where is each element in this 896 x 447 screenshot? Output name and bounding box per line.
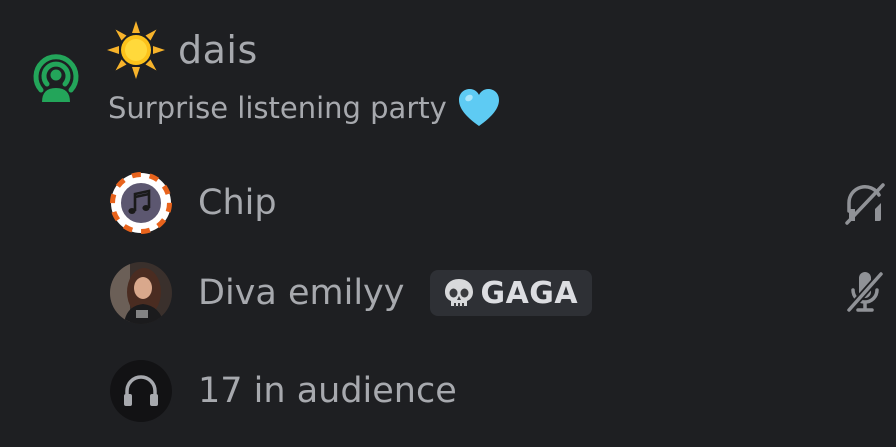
channel-name[interactable]: dais <box>178 28 258 72</box>
audience-count: 17 in audience <box>198 371 457 411</box>
light-blue-heart-icon <box>458 89 499 126</box>
role-badge[interactable]: GAGA <box>430 270 593 316</box>
deafened-headphones-slash-icon <box>845 183 885 225</box>
music-note-chip-avatar-icon <box>110 172 172 234</box>
channel-topic: Surprise listening party <box>108 91 447 125</box>
stage-channel-icon <box>33 54 79 102</box>
channel-header: dais Surprise listening party <box>107 21 501 130</box>
user-photo-avatar-icon <box>110 262 172 324</box>
speaker-row[interactable]: Chip <box>110 172 277 234</box>
audience-row[interactable]: 17 in audience <box>110 360 457 422</box>
chip-avatar[interactable] <box>110 172 172 234</box>
speaker-name: Chip <box>198 183 277 223</box>
muted-microphone-slash-icon <box>846 271 884 313</box>
audience-icon-circle <box>110 360 172 422</box>
user-photo-avatar[interactable] <box>110 262 172 324</box>
sun-emoji-icon <box>107 21 165 79</box>
speaker-name: Diva emilyy <box>198 273 405 313</box>
badge-label: GAGA <box>480 275 579 311</box>
headphones-icon <box>124 375 158 406</box>
speaker-row[interactable]: Diva emilyy GAGA <box>110 262 593 324</box>
skull-emoji-icon <box>445 279 474 307</box>
